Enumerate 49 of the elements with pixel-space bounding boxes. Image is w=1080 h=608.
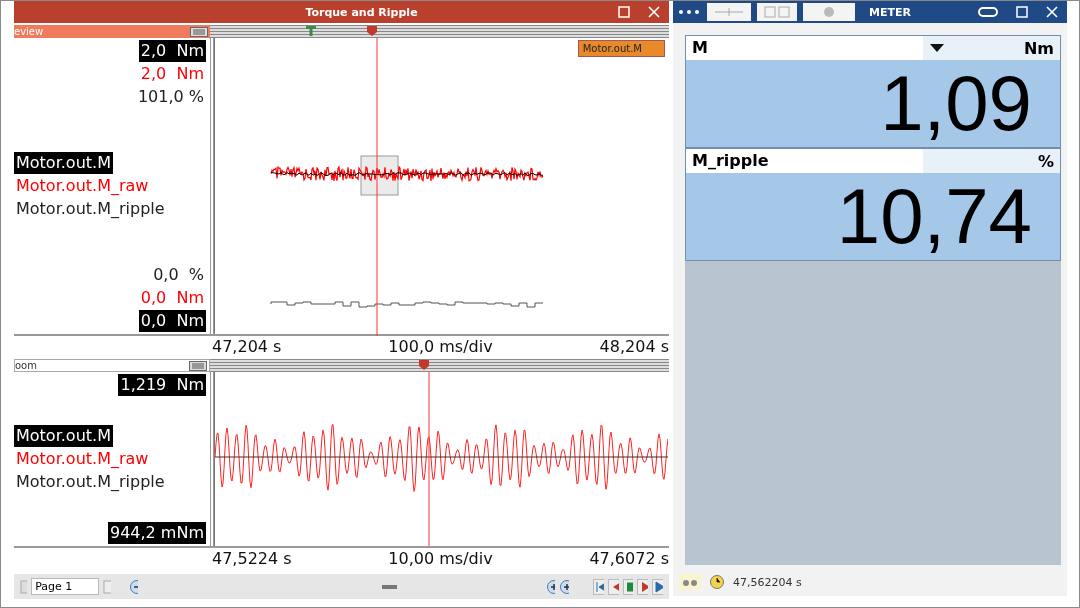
scale-label: 2,0 Nm [138,40,206,62]
axis-label: 47,6072 s [589,549,669,568]
signal-tag[interactable]: Motor.out.M [577,40,665,57]
window-title: METER [869,5,911,19]
scale-label: 1,219 Nm [118,374,206,396]
pane-header[interactable]: oom [14,359,210,372]
signal-name[interactable]: M [686,36,923,60]
axis-label: 47,5224 s [212,549,292,568]
signal-label[interactable]: Motor.out.M [14,152,113,174]
restore-icon[interactable] [1015,5,1029,19]
signal-label[interactable]: Motor.out.M_ripple [14,471,167,493]
meter-value: 1,09 [880,60,1033,146]
zoom-in-icon[interactable] [545,578,556,595]
unit-label: Nm [1023,38,1054,58]
dots-icon[interactable] [677,7,701,17]
scale-label: 0,0 % [152,264,205,286]
signal-name[interactable]: M_ripple [686,149,923,173]
dropdown-icon[interactable] [929,43,945,53]
scale-label: 2,0 Nm [139,63,205,85]
page-field[interactable]: Page 1 [31,578,100,595]
axis-label: 100,0 ms/div [388,337,493,356]
signal-label[interactable]: Motor.out.M_ripple [14,198,167,220]
close-icon[interactable] [1045,5,1059,19]
signal-label[interactable]: Motor.out.M_raw [14,175,151,197]
scroll-handle-icon[interactable] [382,583,397,590]
menu-icon[interactable] [190,26,208,37]
close-icon[interactable] [647,5,661,19]
meter-value: 10,74 [836,173,1033,259]
zoom-in-icon[interactable] [559,578,569,595]
last-icon[interactable] [652,578,664,595]
selection-box[interactable] [360,155,399,196]
axis-label: 10,00 ms/div [388,549,493,568]
scale-label: 101,0 % [136,86,205,108]
trigger-marker-icon[interactable] [305,25,317,37]
menu-icon[interactable] [189,360,207,371]
status-time: 47,562204 s [733,575,802,589]
clock-icon[interactable] [709,574,725,590]
restore-icon[interactable] [617,5,631,19]
signal-label[interactable]: Motor.out.M_raw [14,448,151,470]
scale-label: 0,0 Nm [139,287,205,309]
axis-label: 48,204 s [599,337,669,356]
scale-label: 0,0 Nm [138,310,206,332]
axis-label: 47,204 s [212,337,282,356]
zoom-out-icon[interactable] [128,578,139,595]
window-title: Torque and Ripple [305,5,418,19]
link-icon[interactable] [977,5,999,19]
signal-label[interactable]: Motor.out.M [14,425,113,447]
scale-label: 944,2 mNm [107,522,206,544]
unit-label: % [1037,151,1054,171]
